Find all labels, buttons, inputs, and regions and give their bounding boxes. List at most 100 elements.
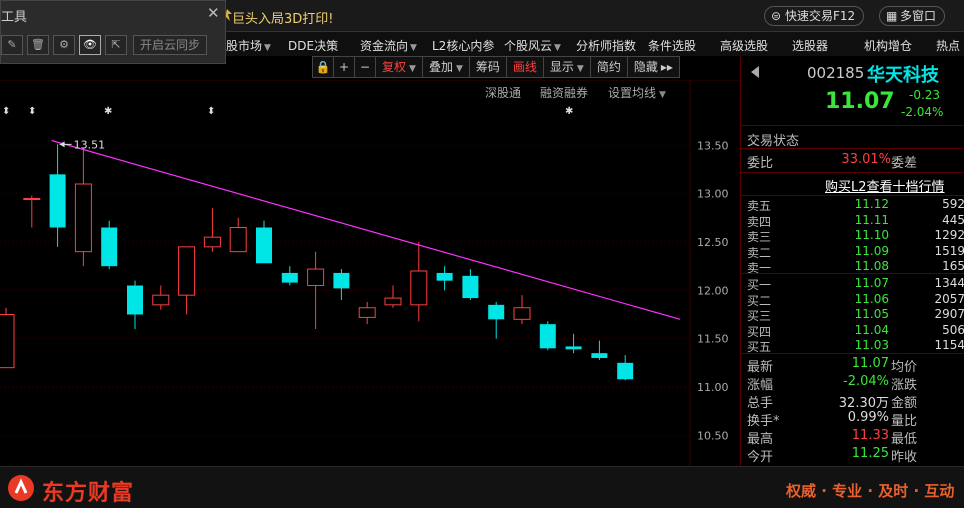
hide-button[interactable]: 隐藏 ▸▸ <box>626 56 680 78</box>
bid-row[interactable]: 买一 11.07 1344 <box>747 276 964 292</box>
menu-market[interactable]: 股市场 ▼ <box>226 37 271 54</box>
promo-link[interactable]: 巨头入局3D打印! <box>232 8 334 27</box>
candle-body <box>539 324 556 349</box>
ask-row[interactable]: 卖二 11.09 1519 <box>747 243 964 260</box>
candle-body <box>203 236 221 248</box>
chip-button[interactable]: 筹码 <box>468 56 507 78</box>
trading-status-row: 交易状态 <box>747 130 964 149</box>
bid-level-label: 买一 <box>747 278 772 292</box>
candle-body <box>591 353 608 358</box>
bid-row[interactable]: 买四 11.04 506 <box>747 322 964 339</box>
stat-label-2: 量比 <box>891 414 918 429</box>
high-annotation-label: 13.51 <box>74 138 106 151</box>
stat-label-2: 均价 <box>891 360 918 375</box>
stock-price: 11.07 <box>825 89 895 114</box>
event-marker: ✱ <box>104 106 112 117</box>
stat-label: 最高 <box>747 432 774 447</box>
ask-row[interactable]: 卖一 11.08 165 <box>747 259 964 275</box>
stock-code: 002185 <box>807 64 865 82</box>
bid-level-label: 买四 <box>747 324 772 339</box>
stat-label: 涨幅 <box>747 378 774 393</box>
menu-institution[interactable]: 机构增仓 <box>864 37 912 54</box>
multi-window-label: 多窗口 <box>900 9 937 23</box>
candlestick-chart[interactable]: 13.50 13.00 12.50 12.00 11.50 11.00 10.50 13.51… <box>0 80 740 466</box>
cloud-sync-button[interactable]: 开启云同步 <box>133 35 208 55</box>
quick-trade-label: 快速交易F12 <box>785 9 856 23</box>
candle-body <box>152 294 170 306</box>
back-arrow-icon[interactable] <box>751 66 759 78</box>
stock-header: 002185 华天科技 11.07 -0.23 -2.04% <box>741 56 964 126</box>
lock-icon[interactable]: 🔒 <box>312 56 334 78</box>
candle-body <box>127 285 143 315</box>
tool-panel-title: 工具 <box>1 10 28 25</box>
ask-volume: 1519 <box>934 243 964 258</box>
menu-l2-core[interactable]: L2核心内参 <box>432 37 494 54</box>
candle-body <box>178 246 196 296</box>
bid-price: 11.03 <box>854 338 889 352</box>
bid-volume: 1344 <box>934 276 964 290</box>
brand-logo-icon <box>8 475 34 501</box>
candle-body <box>281 272 298 283</box>
display-button[interactable]: 显示 ▼ <box>542 56 591 78</box>
stock-name: 华天科技 <box>867 65 939 86</box>
delete-icon[interactable]: 🗑 <box>27 35 49 55</box>
export-icon[interactable]: ⇱ <box>105 35 127 55</box>
ask-level-label: 卖四 <box>747 214 772 229</box>
stat-row: 换手* 0.99% 量比 <box>747 410 964 429</box>
close-icon[interactable]: ✕ <box>207 4 220 22</box>
menu-hotspot[interactable]: 热点 <box>936 37 960 54</box>
y-tick-label: 10.50 <box>697 429 729 442</box>
ask-row[interactable]: 卖三 11.10 1292 <box>747 228 964 244</box>
candle-body <box>513 307 531 320</box>
bid-level-label: 买三 <box>747 309 772 323</box>
stat-label: 换手* <box>747 414 780 429</box>
eye-icon[interactable]: 👁 <box>79 35 101 55</box>
menu-dde[interactable]: DDE决策 <box>288 37 338 54</box>
ask-row[interactable]: 卖五 11.12 592 <box>747 197 964 213</box>
bid-price: 11.04 <box>854 322 889 337</box>
menu-fund-flow[interactable]: 资金流向 ▼ <box>360 37 417 54</box>
candle-body <box>488 304 505 320</box>
y-tick-label: 11.50 <box>697 333 729 346</box>
draw-line-button[interactable]: 画线 <box>505 56 544 78</box>
menu-condition-pick[interactable]: 条件选股 <box>648 37 696 54</box>
overlay-button[interactable]: 叠加 ▼ <box>421 56 470 78</box>
menu-stock-news[interactable]: 个股风云 ▼ <box>504 37 561 54</box>
zoom-out-icon[interactable]: − <box>354 56 376 78</box>
stat-row: 今开 11.25 昨收 <box>747 446 964 465</box>
stat-label-2: 涨跌 <box>891 378 918 393</box>
menu-analyst-index[interactable]: 分析师指数 <box>576 37 636 54</box>
stat-label-2: 金额 <box>891 396 918 411</box>
bid-row[interactable]: 买五 11.03 1154 <box>747 338 964 354</box>
candle-body <box>384 297 402 306</box>
ask-row[interactable]: 卖四 11.11 445 <box>747 212 964 229</box>
stat-row: 总手 32.30万 金额 <box>747 392 964 411</box>
zoom-in-icon[interactable]: + <box>333 56 355 78</box>
bid-row[interactable]: 买三 11.05 2907 <box>747 307 964 323</box>
settings-icon[interactable]: ⚙ <box>53 35 75 55</box>
edit-icon[interactable]: ✎ <box>1 35 23 55</box>
l2-purchase-link[interactable]: 购买L2查看十档行情 <box>825 176 945 195</box>
candle-body <box>229 227 247 253</box>
bid-volume: 2907 <box>934 307 964 321</box>
y-tick-label: 13.00 <box>697 188 729 201</box>
trend-line <box>51 139 681 320</box>
multi-window-button[interactable]: ▦ 多窗口 <box>879 6 946 26</box>
ask-volume: 445 <box>942 212 964 227</box>
trade-icon: ⊜ <box>771 9 782 23</box>
event-marker: ⬍ <box>28 106 36 117</box>
bottom-bar: 东方财富 权威 · 专业 · 及时 · 互动 <box>0 466 964 508</box>
event-marker: ⬍ <box>2 106 10 117</box>
menu-advanced-pick[interactable]: 高级选股 <box>720 37 768 54</box>
bid-row[interactable]: 买二 11.06 2057 <box>747 292 964 308</box>
weibi-value: 33.01% <box>841 152 891 167</box>
candle-body <box>256 227 272 264</box>
brand-slogan: 权威 · 专业 · 及时 · 互动 <box>786 482 955 500</box>
candle-body <box>74 183 92 253</box>
quick-trade-button[interactable]: ⊜ 快速交易F12 <box>764 6 865 26</box>
simple-mode-button[interactable]: 简约 <box>589 56 628 78</box>
menu-stock-picker[interactable]: 选股器 <box>792 37 828 54</box>
adjust-price-button[interactable]: 复权 ▼ <box>375 56 423 78</box>
stat-value: 11.07 <box>851 356 889 371</box>
y-tick-label: 13.50 <box>697 139 729 152</box>
